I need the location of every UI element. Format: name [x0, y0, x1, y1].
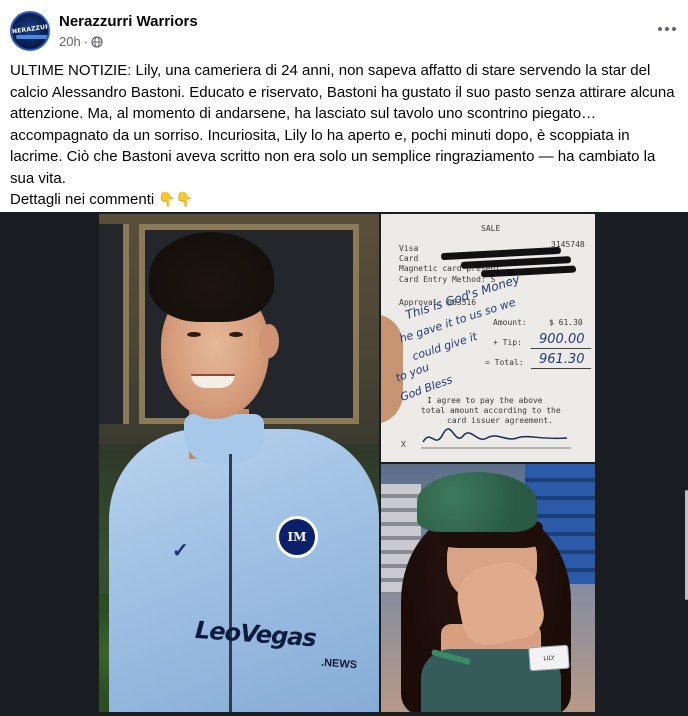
post-media[interactable]: ✓ IM LeoVegas .NEWS SALE Visa 3145748 Ca…	[0, 212, 688, 716]
receipt-amount-value: $ 61.30	[549, 318, 583, 327]
jacket-zip	[229, 454, 232, 712]
receipt-photo[interactable]: SALE Visa 3145748 Card Magnetic card pre…	[381, 214, 595, 462]
player-photo[interactable]: ✓ IM LeoVegas .NEWS	[99, 214, 379, 712]
receipt-tip-label: + Tip:	[493, 338, 522, 347]
receipt-total-label: = Total:	[485, 358, 524, 367]
facebook-post: NERAZZURRI Nerazzurri Warriors 20h · ULT…	[0, 0, 688, 716]
receipt-card-label: Card	[399, 254, 419, 263]
post-details-text: Dettagli nei commenti	[10, 191, 155, 208]
receipt-total-value: 961.30	[539, 352, 585, 367]
receipt-amount-label: Amount:	[493, 318, 527, 327]
pointing-down-emoji: 👇👇	[158, 191, 194, 207]
avatar-logo-text: NERAZZURRI	[11, 22, 50, 36]
post-timestamp[interactable]: 20h	[59, 34, 81, 49]
avatar-logo-accent	[16, 35, 48, 39]
player-hair	[149, 232, 274, 322]
bandana	[417, 472, 537, 532]
receipt-visa-label: Visa	[399, 244, 419, 253]
globe-icon	[91, 35, 103, 48]
meta-separator: ·	[83, 34, 89, 49]
total-underline	[531, 368, 591, 369]
receipt-agreement-line-1: I agree to pay the above	[427, 396, 543, 405]
receipt-agreement-line-3: card issuer agreement.	[447, 416, 553, 425]
name-tag: LILY	[528, 644, 570, 672]
page-name-link[interactable]: Nerazzurri Warriors	[59, 13, 198, 30]
tip-underline	[531, 348, 591, 349]
post-header: NERAZZURRI Nerazzurri Warriors 20h ·	[0, 0, 688, 58]
receipt-tip-value: 900.00	[539, 332, 585, 347]
background-window-left	[99, 224, 129, 424]
player-eye-right	[229, 332, 243, 337]
receipt-signature-x: X	[401, 440, 406, 449]
post-body-text: ULTIME NOTIZIE: Lily, una cameriera di 2…	[10, 62, 675, 187]
post-text: ULTIME NOTIZIE: Lily, una cameriera di 2…	[10, 60, 678, 211]
signature-scribble	[421, 428, 571, 449]
jacket-collar	[184, 414, 264, 464]
receipt-sale-label: SALE	[481, 224, 501, 233]
receipt-agreement-line-2: total amount according to the	[421, 406, 561, 415]
waitress-photo[interactable]: LILY	[381, 464, 595, 712]
more-options-icon	[658, 27, 676, 31]
player-eye-left	[187, 332, 201, 337]
swoosh-logo-icon: ✓	[172, 540, 189, 562]
page-avatar[interactable]: NERAZZURRI	[10, 11, 50, 51]
club-crest-icon: IM	[276, 516, 318, 558]
more-options-button[interactable]	[654, 16, 680, 42]
post-meta: 20h ·	[59, 34, 103, 49]
player-ear	[259, 324, 279, 358]
sponsor-logo-suffix: .NEWS	[320, 656, 358, 672]
